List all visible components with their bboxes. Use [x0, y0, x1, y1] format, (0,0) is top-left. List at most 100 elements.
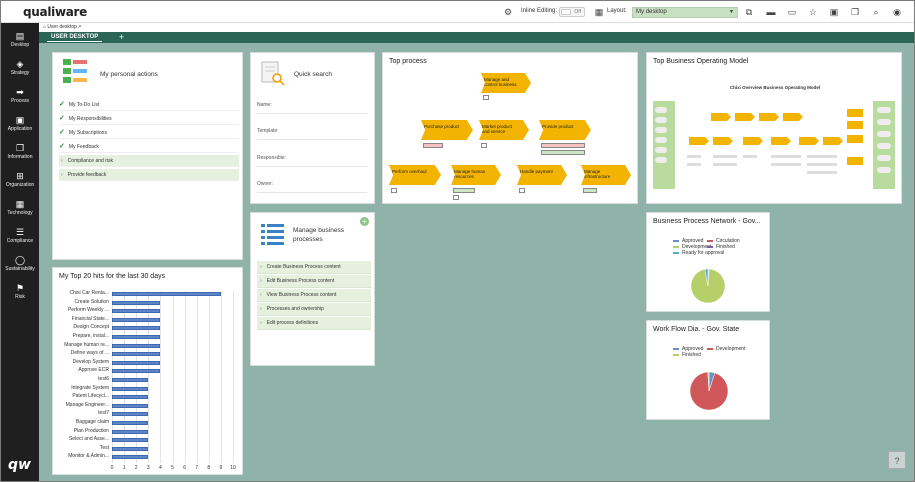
y-tick-label: Monitor & Admin... [68, 453, 109, 460]
bar[interactable] [112, 292, 221, 296]
nav-item-organization[interactable]: ⊞ Organization [1, 171, 39, 189]
bar[interactable] [112, 317, 161, 322]
add-icon[interactable]: + [360, 217, 369, 226]
bar[interactable] [112, 378, 149, 382]
breadcrumb-item[interactable]: User desktop [47, 24, 76, 30]
bar[interactable] [112, 429, 149, 434]
legend-swatch [673, 353, 679, 356]
nav-item-process[interactable]: ➡ Process [1, 87, 39, 105]
process-link-icon [453, 195, 459, 200]
edit-process-definitions-link[interactable]: › Edit process definitions [257, 317, 371, 330]
documents-icon[interactable]: ❐ [849, 6, 861, 18]
nav-item-sustainability[interactable]: ◯ Sustainability [1, 255, 39, 273]
process-box[interactable]: Handle payment [517, 165, 567, 185]
bom-diagram-title: Chixi Overview Business Operating Model [729, 85, 821, 90]
provide-feedback-expander[interactable]: › Provide feedback [59, 169, 239, 181]
layout-select-value: My desktop [636, 9, 667, 15]
bar[interactable] [112, 300, 161, 305]
nav-item-application[interactable]: ▣ Application [1, 115, 39, 133]
process-box-line1: Provide product [542, 124, 574, 129]
help-button[interactable]: ? [888, 451, 906, 469]
breadcrumb: ⌂ User desktop > [43, 24, 81, 30]
bar[interactable] [112, 343, 161, 348]
template-field[interactable] [257, 139, 367, 140]
y-tick-label: Manage human re... [64, 341, 109, 348]
process-box[interactable]: Provide product [539, 120, 591, 140]
bar[interactable] [112, 421, 149, 425]
process-box[interactable]: Market product and service [479, 120, 529, 140]
x-tick-label: 1 [122, 465, 126, 471]
my-subscriptions-item[interactable]: ✓ My Subscriptions [59, 127, 239, 139]
grid-icon[interactable]: ▣ [828, 6, 840, 18]
app-logo[interactable]: qualiware [23, 5, 87, 19]
view-bp-content-link[interactable]: › View Business Process content [257, 289, 371, 302]
bar[interactable] [112, 403, 149, 408]
inline-editing-toggle[interactable]: Off [559, 7, 585, 17]
nav-label: Sustainability [5, 266, 35, 272]
process-box[interactable]: Manage and control business [481, 73, 531, 93]
layout-select[interactable]: My desktop ▼ [632, 7, 738, 18]
bar[interactable] [112, 438, 149, 443]
tab-user-desktop[interactable]: USER DESKTOP [47, 33, 103, 42]
bar[interactable] [112, 352, 161, 357]
breadcrumb-separator: > [78, 24, 82, 30]
compliance-and-risk-expander[interactable]: › Compliance and risk [59, 155, 239, 167]
home-icon[interactable]: ⌂ [43, 24, 46, 30]
folder-icon[interactable]: ▬ [765, 6, 777, 18]
nav-item-desktop[interactable]: ▤ Desktop [1, 31, 39, 49]
bar[interactable] [112, 386, 149, 391]
name-field[interactable] [257, 113, 367, 114]
bar[interactable] [112, 395, 149, 400]
bar[interactable] [112, 335, 161, 339]
bar[interactable] [112, 309, 161, 314]
processes-and-ownership-link[interactable]: › Processes and ownership [257, 303, 371, 316]
process-box[interactable]: Manage human resources [451, 165, 501, 185]
bar[interactable] [112, 455, 149, 460]
my-feedback-item[interactable]: ✓ My Feedback [59, 141, 239, 153]
legend-swatch [707, 245, 713, 248]
owner-field[interactable] [257, 192, 367, 193]
my-todo-list-item[interactable]: ✓ My To-Do List [59, 99, 239, 111]
process-box[interactable]: Perform overhaul [389, 165, 441, 185]
nav-item-strategy[interactable]: ◈ Strategy [1, 59, 39, 77]
copy-layout-icon[interactable]: ⧉ [743, 6, 755, 18]
nav-label: Technology [7, 210, 33, 216]
x-tick-label: 10 [230, 465, 236, 471]
workflow-pie[interactable] [689, 371, 729, 411]
bar[interactable] [112, 326, 161, 331]
y-tick-label: test6 [98, 376, 109, 382]
desktop-icon: ▤ [15, 31, 25, 41]
create-bp-content-link[interactable]: › Create Business Process content [257, 261, 371, 274]
search-icon[interactable]: ⌕ [870, 6, 882, 18]
star-icon[interactable]: ☆ [807, 6, 819, 18]
process-box-line2: and service [482, 129, 506, 134]
monitor-icon[interactable]: ▭ [786, 6, 798, 18]
nav-item-information[interactable]: ❐ Information [1, 143, 39, 161]
top-bom-title: Top Business Operating Model [653, 58, 749, 65]
bom-diagram[interactable] [651, 93, 897, 191]
responsible-field-label: Responsible: [257, 155, 286, 161]
process-link-icon [483, 95, 489, 100]
nav-item-risk[interactable]: ⚑ Risk [1, 283, 39, 301]
edit-bp-content-link[interactable]: › Edit Business Process content [257, 275, 371, 288]
bar[interactable] [112, 446, 149, 451]
add-tab-button[interactable]: + [119, 32, 124, 43]
bar[interactable] [112, 360, 161, 365]
bp-network-pie[interactable] [690, 268, 726, 304]
chevron-right-icon: › [260, 278, 262, 284]
bar[interactable] [112, 412, 149, 417]
nav-item-technology[interactable]: ▦ Technology [1, 199, 39, 217]
grid-line [220, 291, 222, 463]
responsible-field[interactable] [257, 166, 367, 167]
process-box[interactable]: Purchase product [421, 120, 473, 140]
legend-item: Finished [673, 352, 701, 358]
settings-icon[interactable]: ⚙ [502, 6, 514, 18]
grid-line [148, 291, 150, 463]
y-tick-label: Develop System [72, 358, 109, 365]
nav-item-compliance[interactable]: ☰ Compliance [1, 227, 39, 245]
my-responsibilities-item[interactable]: ✓ My Responsibilities [59, 113, 239, 125]
nav-label: Information [7, 154, 33, 160]
bar[interactable] [112, 369, 161, 374]
process-box[interactable]: Manage infrastructure [581, 165, 631, 185]
user-icon[interactable]: ◉ [891, 6, 903, 18]
